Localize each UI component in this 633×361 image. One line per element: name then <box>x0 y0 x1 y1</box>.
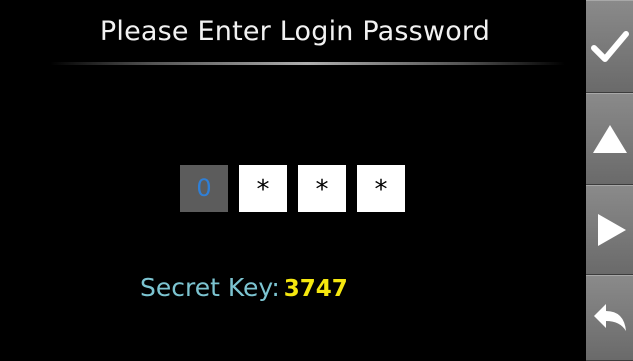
checkmark-icon <box>590 30 629 62</box>
main-panel: Please Enter Login Password 0 * * * Secr… <box>0 0 586 361</box>
up-button[interactable] <box>586 93 633 185</box>
password-digit-4[interactable]: * <box>357 165 405 212</box>
confirm-button[interactable] <box>586 0 633 93</box>
secret-key-row: Secret Key: 3747 <box>140 273 348 302</box>
page-title: Please Enter Login Password <box>99 16 491 47</box>
sidebar <box>586 0 633 361</box>
secret-key-value: 3747 <box>283 276 348 302</box>
title-divider <box>50 62 565 65</box>
right-button[interactable] <box>586 185 633 275</box>
back-button[interactable] <box>586 275 633 361</box>
back-arrow-icon <box>593 304 626 331</box>
password-digit-1[interactable]: 0 <box>180 165 228 212</box>
login-screen: Please Enter Login Password 0 * * * Secr… <box>0 0 633 361</box>
password-digit-2[interactable]: * <box>239 165 287 212</box>
secret-key-label: Secret Key: <box>140 273 280 302</box>
arrow-up-icon <box>592 125 627 153</box>
arrow-right-icon <box>597 214 626 246</box>
password-digit-3[interactable]: * <box>298 165 346 212</box>
